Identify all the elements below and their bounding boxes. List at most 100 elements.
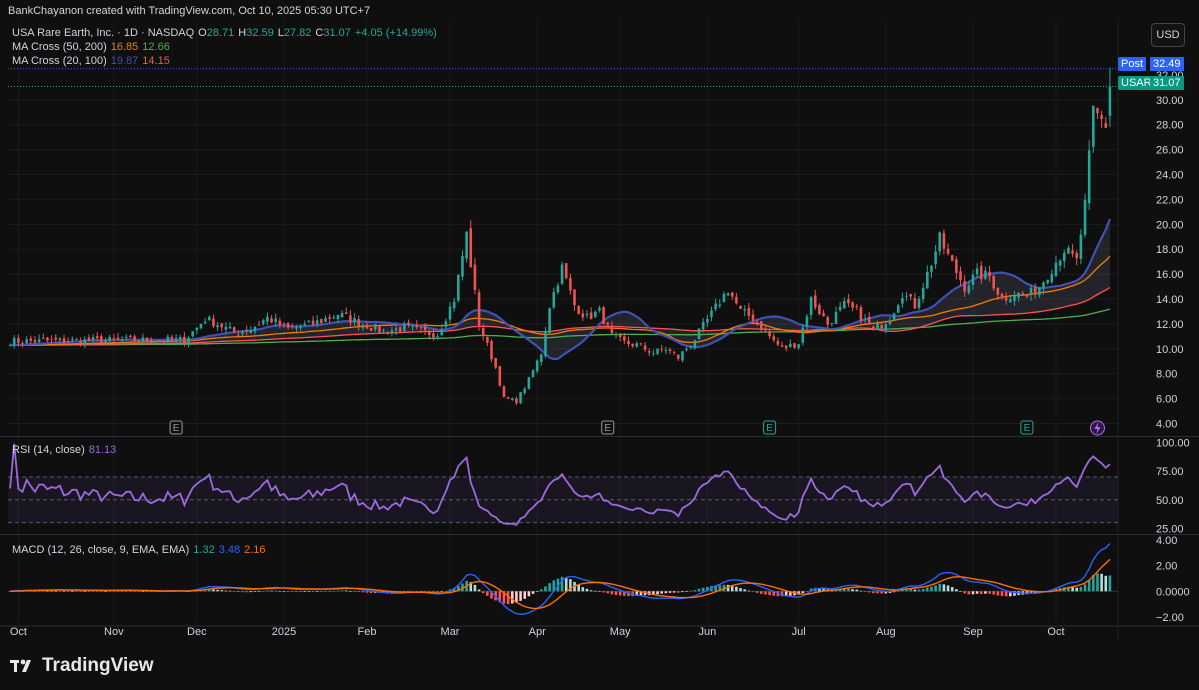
high-value: 32.59 <box>246 27 274 39</box>
candle-body <box>772 336 776 341</box>
candle-body <box>639 343 643 345</box>
price-tick-label: 26.00 <box>1156 145 1184 157</box>
macd-histogram-bar <box>676 591 680 593</box>
candle-body <box>212 318 215 327</box>
candle-body <box>282 323 286 325</box>
macd-histogram-bar <box>743 589 746 592</box>
candle-body <box>457 274 460 301</box>
candle-body <box>303 323 307 326</box>
macd-histogram-bar <box>261 591 265 592</box>
candle-body <box>967 285 971 293</box>
earnings-marker[interactable]: E <box>169 420 183 435</box>
macd-histogram-bar <box>328 591 331 592</box>
candle-body <box>241 331 244 334</box>
candle-body <box>41 338 45 340</box>
candle-body <box>722 293 726 303</box>
candle-body <box>486 336 489 343</box>
candle-body <box>419 327 423 329</box>
macd-histogram-bar <box>336 590 340 592</box>
macd-histogram-bar <box>1079 586 1083 592</box>
candle <box>1092 105 1095 153</box>
macd-histogram-bar <box>83 591 87 592</box>
candle-body <box>187 337 190 345</box>
macd-histogram-bar <box>212 589 215 592</box>
macd-histogram-bar <box>921 588 925 592</box>
candle-body <box>299 326 302 328</box>
candle-body <box>1046 280 1049 284</box>
candle-body <box>1013 295 1016 301</box>
earnings-marker[interactable]: E <box>601 420 615 435</box>
macd-legend[interactable]: MACD (12, 26, close, 9, EMA, EMA) 1.32 3.4… <box>12 544 270 556</box>
macd-histogram-bar <box>473 584 477 592</box>
candle <box>527 376 531 390</box>
time-tick-label: Mar <box>441 626 460 638</box>
candle-body <box>112 338 116 339</box>
candle-body <box>149 339 153 343</box>
candle-body <box>573 289 576 306</box>
macd-histogram-bar <box>602 591 605 593</box>
earnings-marker[interactable]: E <box>763 420 777 435</box>
candle-body <box>116 337 120 340</box>
candle-body <box>714 303 717 309</box>
candle-body <box>963 281 966 292</box>
candle-body <box>1062 252 1066 261</box>
tradingview-logo[interactable]: TradingView <box>10 655 154 677</box>
candle-body <box>427 330 431 335</box>
candle-body <box>971 274 975 285</box>
candle-body <box>403 323 406 331</box>
dividend-marker[interactable] <box>1089 420 1105 436</box>
candle <box>378 324 381 334</box>
candle-body <box>560 264 564 284</box>
macd-histogram-bar <box>315 591 319 592</box>
candle-body <box>535 360 539 372</box>
candle-body <box>50 339 53 341</box>
candle-body <box>1092 105 1095 147</box>
candle-body <box>892 313 896 321</box>
candle-body <box>1079 234 1083 259</box>
price-tick-label: 8.00 <box>1156 369 1177 381</box>
candle-body <box>465 231 468 259</box>
candle-body <box>984 270 987 279</box>
macd-histogram-bar <box>535 591 539 592</box>
macd-histogram-bar <box>942 584 946 592</box>
candle-body <box>988 271 991 277</box>
candle-body <box>394 328 398 331</box>
candle <box>577 305 580 315</box>
ma-cross-20-100-legend[interactable]: MA Cross (20, 100) 19.87 14.15 <box>12 55 174 67</box>
macd-histogram-bar <box>681 591 684 593</box>
chart-canvas[interactable]: 4.00 6.00 8.00 10.00 12.00 14.00 16.00 18.00 20.… <box>0 0 1199 690</box>
macd-histogram-bar <box>697 588 701 592</box>
ma-cross-50-200-legend[interactable]: MA Cross (50, 200) 16.85 12.66 <box>12 41 174 53</box>
macd-histogram-bar <box>100 591 103 592</box>
candle-body <box>407 322 410 326</box>
macd-histogram-bar <box>266 590 269 592</box>
candle-body <box>261 320 265 324</box>
candle-body <box>237 334 240 336</box>
candle-body <box>938 232 942 252</box>
rsi-tick-label: 75.00 <box>1156 466 1184 478</box>
candle-body <box>789 343 792 347</box>
candle-body <box>548 308 551 334</box>
rsi-legend[interactable]: RSI (14, close) 81.13 <box>12 444 120 456</box>
candle-body <box>955 259 958 273</box>
candle-body <box>494 358 497 368</box>
earnings-marker[interactable]: E <box>1020 420 1034 435</box>
macd-histogram-bar <box>1108 575 1112 592</box>
candle-body <box>79 340 82 345</box>
candle-body <box>378 325 381 333</box>
macd-histogram-bar <box>863 591 867 592</box>
candle <box>498 365 502 387</box>
macd-histogram-bar <box>120 591 124 592</box>
candle-body <box>830 323 834 324</box>
symbol-legend[interactable]: USA Rare Earth, Inc. · 1D · NASDAQ O28.71… <box>12 27 441 39</box>
currency-button[interactable]: USD <box>1151 23 1185 47</box>
macd-histogram-bar <box>224 590 228 592</box>
price-tick-label: 18.00 <box>1156 244 1184 256</box>
candle-body <box>411 326 414 328</box>
candle-body <box>490 340 493 360</box>
candle-body <box>228 326 232 329</box>
candle-body <box>809 296 813 315</box>
macd-line-value: 3.48 <box>218 544 241 556</box>
macd-histogram-bar <box>950 587 954 592</box>
candle-body <box>519 392 522 404</box>
